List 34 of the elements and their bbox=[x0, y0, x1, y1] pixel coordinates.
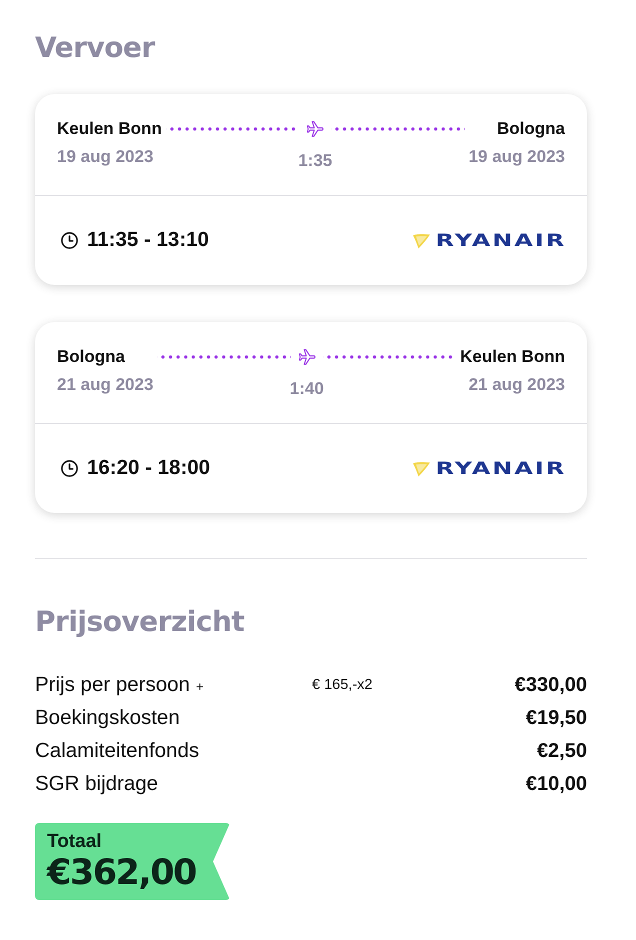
departure-city: Bologna bbox=[57, 346, 126, 368]
airline-name: RYANAIR bbox=[436, 460, 566, 476]
price-label: SGR bijdrage bbox=[35, 770, 158, 796]
clock-icon bbox=[60, 231, 79, 250]
flight-duration: 1:35 bbox=[298, 150, 332, 172]
flight-duration: 1:40 bbox=[290, 378, 324, 400]
section-heading: Vervoer bbox=[35, 30, 156, 66]
triangle-logo-icon bbox=[412, 460, 432, 476]
total-label: Totaal bbox=[47, 831, 103, 853]
price-label: Prijs per persoon bbox=[35, 672, 190, 698]
departure-date: 21 aug 2023 bbox=[57, 374, 154, 396]
clock-icon bbox=[60, 459, 79, 478]
departure-city: Keulen Bonn bbox=[57, 118, 162, 140]
total-amount: €362,00 bbox=[47, 853, 197, 893]
price-amount: €330,00 bbox=[514, 672, 587, 698]
airplane-icon bbox=[296, 347, 317, 367]
price-amount: €10,00 bbox=[526, 772, 587, 796]
price-amount: €19,50 bbox=[526, 706, 587, 730]
flight-times: 16:20 - 18:00 bbox=[87, 455, 210, 482]
price-amount: €2,50 bbox=[536, 738, 587, 764]
arrival-city: Keulen Bonn bbox=[460, 346, 565, 368]
airline-name: RYANAIR bbox=[436, 232, 566, 248]
departure-date: 19 aug 2023 bbox=[57, 146, 154, 168]
price-detail: € 165,-x2 bbox=[312, 676, 372, 692]
arrival-city: Bologna bbox=[497, 118, 565, 140]
price-label: Calamiteitenfonds bbox=[35, 738, 200, 764]
section-heading: Prijsoverzicht bbox=[35, 604, 246, 640]
price-label: Boekingskosten bbox=[35, 704, 180, 730]
expand-toggle[interactable]: + bbox=[196, 676, 204, 696]
flight-times: 11:35 - 13:10 bbox=[87, 227, 209, 254]
triangle-logo-icon bbox=[412, 232, 432, 248]
arrival-date: 19 aug 2023 bbox=[468, 146, 565, 168]
airplane-icon bbox=[305, 119, 326, 139]
arrival-date: 21 aug 2023 bbox=[468, 374, 565, 396]
